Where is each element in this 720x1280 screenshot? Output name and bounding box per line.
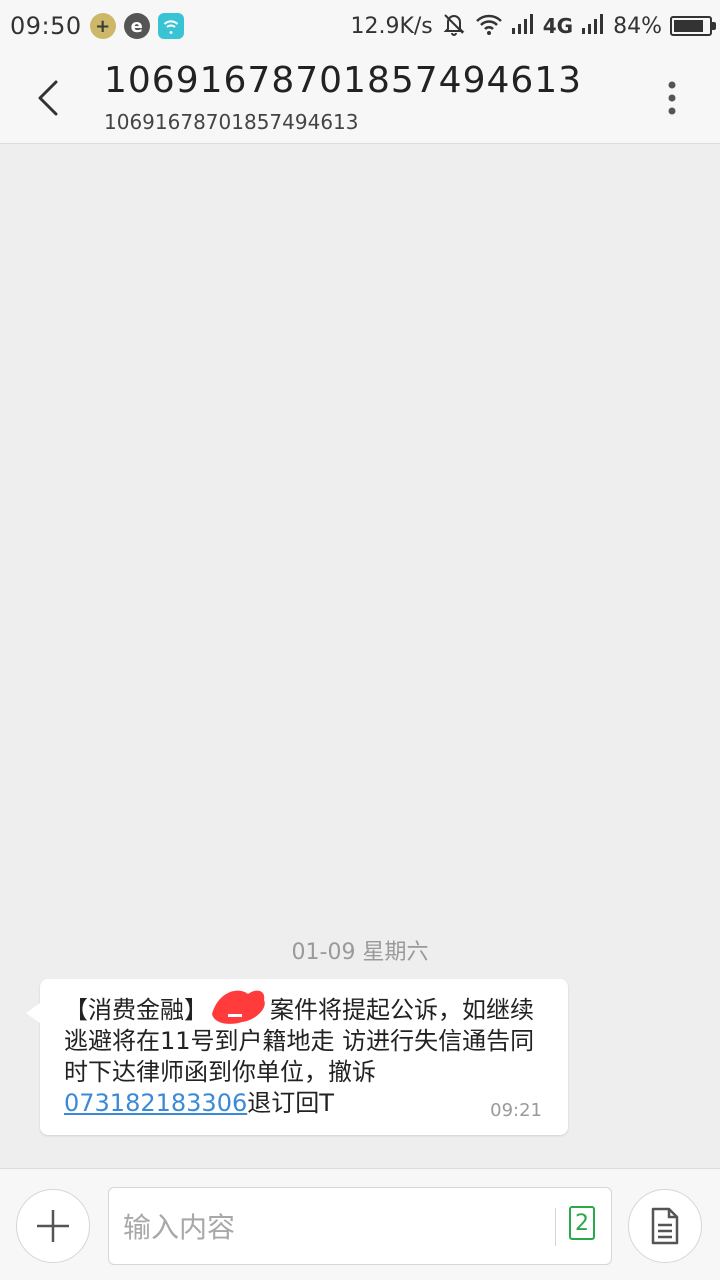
back-button[interactable] bbox=[20, 66, 76, 130]
wifi-icon bbox=[475, 12, 503, 40]
quick-template-button[interactable] bbox=[628, 1189, 702, 1263]
contact-number: 10691678701857494613 bbox=[104, 110, 359, 134]
chevron-left-icon bbox=[38, 80, 58, 116]
more-options-button[interactable] bbox=[648, 70, 696, 126]
input-divider bbox=[555, 1208, 556, 1246]
app-plus-icon: + bbox=[89, 13, 116, 39]
signal-icon-1 bbox=[511, 13, 535, 39]
message-bubble[interactable]: 【消费金融】 案件将提起公诉，如继续逃避将在11号到户籍地走 访进行失信通告同时下… bbox=[26, 979, 568, 1135]
plus-icon bbox=[37, 1210, 69, 1242]
browser-e-icon: e bbox=[123, 13, 150, 39]
add-attachment-button[interactable] bbox=[16, 1189, 90, 1263]
status-time: 09:50 bbox=[10, 12, 82, 40]
compose-bar: 2 bbox=[0, 1168, 720, 1280]
document-icon bbox=[651, 1207, 679, 1245]
more-vertical-icon bbox=[668, 81, 676, 115]
sim-select-button[interactable]: 2 bbox=[569, 1206, 595, 1240]
message-text: 【消费金融】 案件将提起公诉，如继续逃避将在11号到户籍地走 访进行失信通告同时下… bbox=[64, 990, 542, 1119]
net-speed: 12.9K/s bbox=[350, 13, 433, 39]
message-time: 09:21 bbox=[490, 1100, 542, 1121]
battery-percent: 84% bbox=[613, 13, 662, 39]
network-type: 4G bbox=[542, 14, 574, 38]
mute-bell-icon bbox=[441, 11, 467, 41]
phone-number-link[interactable]: 073182183306 bbox=[64, 1089, 247, 1117]
contact-title: 106916787018574946​13 bbox=[104, 60, 583, 101]
status-right: 12.9K/s 4G 84% bbox=[350, 11, 716, 41]
status-bar: 09:50 + e 12.9K/s 4G 84% bbox=[0, 0, 720, 52]
status-left: 09:50 + e bbox=[10, 12, 184, 40]
message-suffix: 退订回T bbox=[247, 1089, 334, 1117]
message-list[interactable]: 01-09 星期六 【消费金融】 案件将提起公诉，如继续逃避将在11号到户籍地走 … bbox=[0, 144, 720, 1168]
message-input-box[interactable]: 2 bbox=[108, 1187, 612, 1265]
hotspot-app-icon bbox=[157, 13, 184, 39]
message-input[interactable] bbox=[121, 1198, 545, 1256]
battery-icon bbox=[670, 16, 716, 36]
battery-fill bbox=[674, 20, 703, 32]
signal-icon-2 bbox=[581, 13, 605, 39]
date-divider: 01-09 星期六 bbox=[291, 940, 429, 965]
redaction-mark bbox=[208, 990, 270, 1024]
conversation-header: 106916787018574946​13 106916787018574946… bbox=[0, 52, 720, 144]
message-prefix: 【消费金融】 bbox=[64, 996, 208, 1024]
